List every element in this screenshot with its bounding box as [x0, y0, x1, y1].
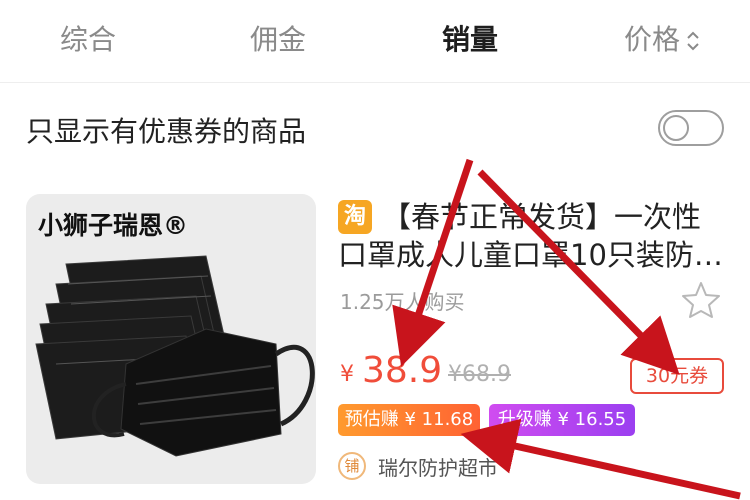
coupon-filter-label: 只显示有优惠券的商品: [26, 115, 307, 148]
product-brand-label: 小狮子瑞恩®: [38, 211, 189, 240]
product-image[interactable]: 小狮子瑞恩®: [26, 194, 316, 484]
tab-sales[interactable]: 销量: [442, 18, 498, 58]
current-price: 38.9: [362, 350, 443, 391]
tab-price-label: 价格: [624, 23, 681, 56]
original-price: ¥68.9: [448, 362, 511, 387]
shop-name[interactable]: 瑞尔防护超市: [378, 452, 498, 481]
tabs-divider: [0, 82, 750, 83]
toggle-knob: [663, 115, 689, 141]
favorite-star-icon[interactable]: [681, 280, 721, 320]
tab-comprehensive[interactable]: 综合: [60, 18, 116, 58]
tab-price[interactable]: 价格: [624, 18, 700, 58]
sort-icon: [686, 30, 700, 52]
sort-tabs: 综合 佣金 销量 价格: [0, 0, 750, 82]
product-title[interactable]: 【春节正常发货】一次性口罩成人儿童口罩10只装防…: [338, 198, 723, 276]
taobao-icon: 淘: [338, 200, 372, 234]
price-currency: ¥: [340, 362, 354, 387]
coupon-badge[interactable]: 30元券: [630, 358, 724, 394]
product-sales: 1.25万人购买: [340, 290, 465, 314]
estimated-earn-badge: 预估赚 ¥ 11.68: [338, 404, 480, 436]
product-card[interactable]: 小狮子瑞恩® 【春节正常发货】一次性口罩成人儿童口罩10只装防… 淘 1.25万…: [0, 190, 750, 500]
upgrade-earn-badge[interactable]: 升级赚 ¥ 16.55: [489, 404, 635, 436]
shop-icon: 铺: [338, 452, 366, 480]
coupon-filter-row: 只显示有优惠券的商品: [0, 98, 750, 162]
tab-commission[interactable]: 佣金: [250, 18, 306, 58]
coupon-filter-toggle[interactable]: [658, 110, 724, 146]
